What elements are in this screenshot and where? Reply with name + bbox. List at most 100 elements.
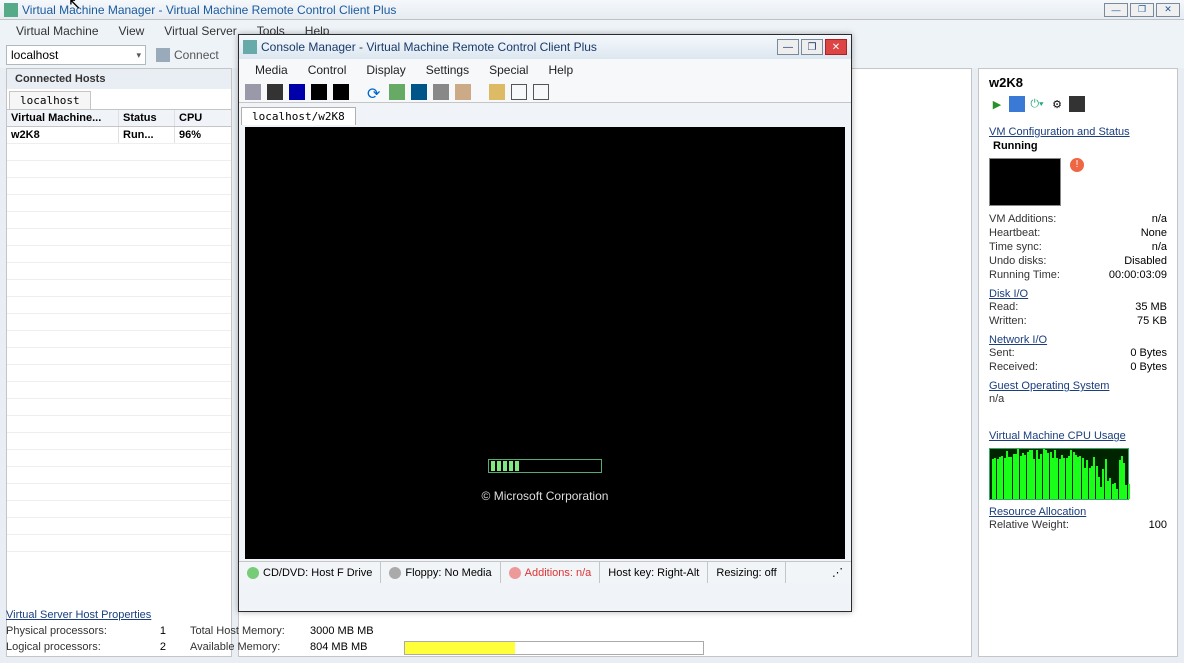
menu-virtual-server[interactable]: Virtual Server [154, 22, 246, 40]
vm-name-heading: w2K8 [989, 75, 1167, 90]
console-window: Console Manager - Virtual Machine Remote… [238, 34, 852, 612]
console-title-text: Console Manager - Virtual Machine Remote… [261, 40, 597, 54]
vm-prop-value: n/a [1152, 213, 1167, 225]
console-menu-help[interactable]: Help [538, 61, 583, 79]
menu-view[interactable]: View [109, 22, 155, 40]
log-proc-value: 2 [126, 641, 166, 653]
settings-icon[interactable]: ⚙ [1049, 96, 1065, 112]
host-tab-localhost[interactable]: localhost [9, 91, 91, 109]
total-mem-key: Total Host Memory: [190, 625, 300, 637]
play-icon[interactable]: ▶ [989, 96, 1005, 112]
tb-snapshot-icon[interactable] [433, 84, 449, 100]
section-guest-link[interactable]: Guest Operating System [989, 380, 1109, 392]
total-mem-value: 3000 MB MB [310, 625, 390, 637]
host-combobox[interactable]: localhost ▾ [6, 45, 146, 65]
vm-thumbnail[interactable] [989, 158, 1061, 206]
tb-connect-icon[interactable] [245, 84, 261, 100]
vm-prop-value: n/a [1152, 241, 1167, 253]
boot-progress-bar [488, 459, 602, 473]
tb-stop-icon[interactable] [333, 84, 349, 100]
log-proc-key: Logical processors: [6, 641, 116, 653]
cpu-usage-graph [989, 448, 1129, 500]
minimize-button[interactable]: — [1104, 3, 1128, 17]
section-config-link[interactable]: VM Configuration and Status [989, 126, 1130, 138]
console-minimize-button[interactable]: — [777, 39, 799, 55]
app-icon [4, 3, 18, 17]
monitor-icon[interactable] [1009, 96, 1025, 112]
console-menu-control[interactable]: Control [298, 61, 357, 79]
col-status[interactable]: Status [119, 110, 175, 126]
console-maximize-button[interactable]: ❐ [801, 39, 823, 55]
tb-info-icon[interactable] [455, 84, 471, 100]
tb-save-icon[interactable] [289, 84, 305, 100]
console-titlebar[interactable]: Console Manager - Virtual Machine Remote… [239, 35, 851, 59]
memory-bar [404, 641, 704, 655]
vm-prop-row: VM Additions: n/a [989, 212, 1167, 226]
chevron-down-icon: ▾ [136, 50, 141, 61]
tb-settings-icon[interactable] [389, 84, 405, 100]
tb-user-icon[interactable] [489, 84, 505, 100]
netio-key: Sent: [989, 347, 1015, 359]
warning-icon: ! [1070, 158, 1084, 172]
vm-prop-key: Time sync: [989, 241, 1042, 253]
main-titlebar: Virtual Machine Manager - Virtual Machin… [0, 0, 1184, 20]
console-viewport[interactable]: © Microsoft Corporation [245, 127, 845, 559]
tb-poweroff-icon[interactable] [311, 84, 327, 100]
host-properties-link[interactable]: Virtual Server Host Properties [6, 609, 151, 621]
tb-pause-icon[interactable] [267, 84, 283, 100]
vm-prop-value: None [1141, 227, 1167, 239]
col-cpu[interactable]: CPU [175, 110, 225, 126]
vm-prop-row: Heartbeat:None [989, 226, 1167, 240]
avail-mem-key: Available Memory: [190, 641, 300, 655]
status-floppy[interactable]: Floppy: No Media [381, 562, 500, 583]
table-row[interactable]: w2K8 Run... 96% [7, 127, 231, 144]
console-tab[interactable]: localhost/w2K8 [241, 107, 356, 125]
vm-prop-key: Running Time: [989, 269, 1060, 281]
tb-windowed-icon[interactable] [533, 84, 549, 100]
maximize-button[interactable]: ❐ [1130, 3, 1154, 17]
tb-display-icon[interactable] [411, 84, 427, 100]
connect-button[interactable]: Connect [156, 48, 219, 62]
console-menu-media[interactable]: Media [245, 61, 298, 79]
console-close-button[interactable]: ✕ [825, 39, 847, 55]
console-menu-special[interactable]: Special [479, 61, 538, 79]
power-icon[interactable]: ⏻▾ [1029, 96, 1045, 112]
status-hostkey: Host key: Right-Alt [600, 562, 708, 583]
close-button[interactable]: ✕ [1156, 3, 1180, 17]
host-selected: localhost [11, 48, 58, 62]
tb-reset-icon[interactable]: ⟳ [367, 84, 383, 100]
vm-status-cell: Run... [119, 127, 175, 143]
section-cpu-link[interactable]: Virtual Machine CPU Usage [989, 430, 1126, 442]
avail-mem-value: 804 MB MB [310, 641, 390, 655]
table-filler [7, 144, 231, 552]
relweight-value: 100 [1149, 519, 1167, 531]
diskio-value: 35 MB [1135, 301, 1167, 313]
col-vm-name[interactable]: Virtual Machine... [7, 110, 119, 126]
diskio-value: 75 KB [1137, 315, 1167, 327]
vm-prop-key: VM Additions: [989, 213, 1056, 225]
connected-hosts-header: Connected Hosts [7, 69, 231, 89]
section-diskio-link[interactable]: Disk I/O [989, 288, 1028, 300]
section-netio-link[interactable]: Network I/O [989, 334, 1047, 346]
status-cd[interactable]: CD/DVD: Host F Drive [239, 562, 381, 583]
vm-prop-value: 00:00:03:09 [1109, 269, 1167, 281]
boot-copyright-text: © Microsoft Corporation [245, 489, 845, 503]
netio-key: Received: [989, 361, 1038, 373]
guest-os-value: n/a [989, 393, 1004, 405]
section-resource-link[interactable]: Resource Allocation [989, 506, 1086, 518]
console-menu-settings[interactable]: Settings [416, 61, 479, 79]
vm-prop-value: Disabled [1124, 255, 1167, 267]
right-pane: w2K8 ▶ ⏻▾ ⚙ VM Configuration and Status … [978, 68, 1178, 657]
netio-value: 0 Bytes [1130, 347, 1167, 359]
vm-prop-row: Running Time: 00:00:03:09 [989, 268, 1167, 282]
menu-virtual-machine[interactable]: Virtual Machine [6, 22, 109, 40]
tb-fullscreen-icon[interactable] [511, 84, 527, 100]
console-icon[interactable] [1069, 96, 1085, 112]
console-icon [243, 40, 257, 54]
status-additions[interactable]: Additions: n/a [501, 562, 601, 583]
netio-row: Received:0 Bytes [989, 360, 1167, 374]
relweight-key: Relative Weight: [989, 519, 1069, 531]
console-menu-display[interactable]: Display [356, 61, 415, 79]
status-grip[interactable]: ⋰ [786, 562, 851, 583]
console-tabstrip: localhost/w2K8 [239, 103, 851, 125]
